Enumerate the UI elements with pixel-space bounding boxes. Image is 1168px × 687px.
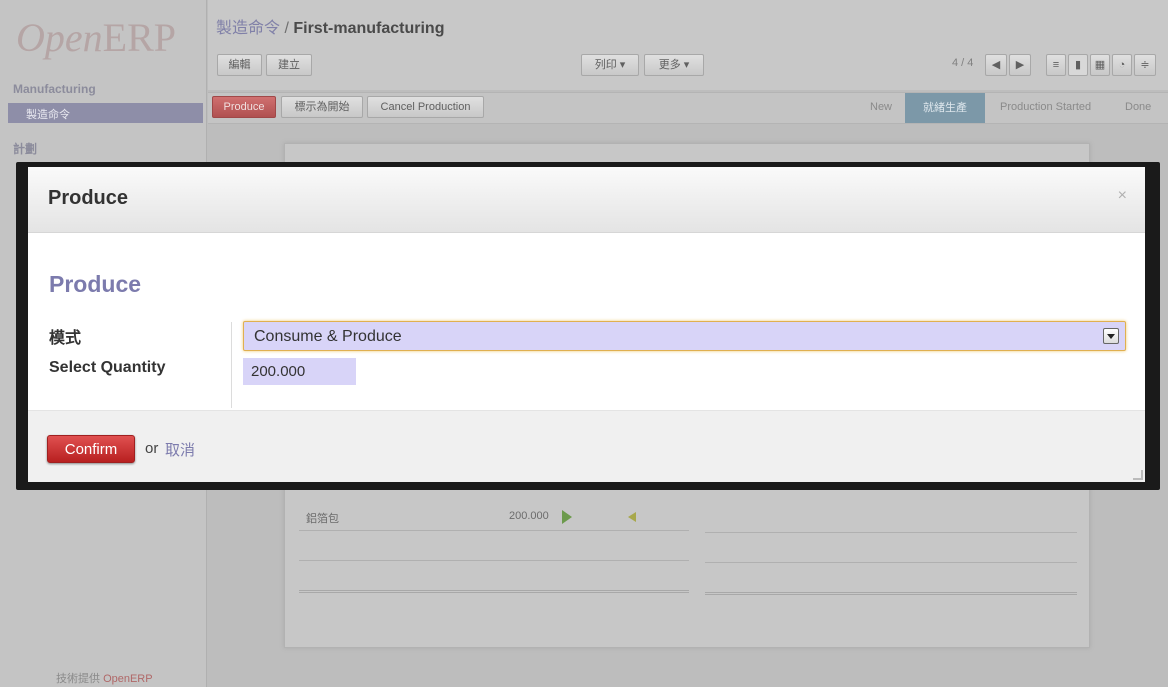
table-footer-divider (299, 590, 689, 593)
product-line-quantity: 200.000 (509, 510, 549, 522)
sidebar-section-planning: 計劃 (13, 142, 38, 156)
mode-select[interactable]: Consume & Produce (243, 321, 1126, 351)
create-button[interactable]: 建立 (266, 54, 312, 76)
row-divider (299, 560, 689, 561)
print-dropdown[interactable]: 列印 ▾ (581, 54, 639, 76)
gantt-view-icon[interactable]: ≑ (1134, 54, 1156, 76)
dialog-body: Produce 模式 Select Quantity Consume & Pro… (28, 234, 1145, 410)
list-view-icon[interactable]: ≡ (1046, 54, 1066, 76)
stage-done: Done (1125, 101, 1152, 113)
calendar-view-icon[interactable]: ▦ (1090, 54, 1110, 76)
sidebar-section-manufacturing: Manufacturing (13, 82, 96, 96)
breadcrumb-current: First-manufacturing (293, 20, 445, 37)
pager-counter: 4 / 4 (952, 57, 974, 69)
cancel-production-button[interactable]: Cancel Production (367, 96, 484, 118)
next-record-icon[interactable]: ▶ (1009, 54, 1031, 76)
label-divider (231, 322, 232, 408)
stage-new: New (870, 101, 893, 113)
powered-prefix: 技術提供 (56, 673, 100, 685)
produce-arrow-icon[interactable] (562, 510, 572, 524)
table-footer-divider (705, 592, 1077, 595)
logo-erp-text: ERP (102, 15, 176, 60)
chevron-down-icon[interactable] (1103, 328, 1119, 344)
dialog-title: Produce (48, 187, 129, 209)
powered-by: 技術提供 OpenERP (56, 670, 153, 686)
form-view-icon[interactable]: ▮ (1068, 54, 1088, 76)
cancel-link[interactable]: 取消 (165, 439, 195, 460)
produce-dialog: Produce × Produce 模式 Select Quantity Con… (28, 167, 1145, 482)
mode-label: 模式 (49, 330, 82, 347)
logo-open-text: Open (16, 15, 103, 60)
product-line-name: 鋁箔包 (306, 513, 339, 525)
sidebar-item-manufacturing-orders[interactable]: 製造命令 (8, 103, 203, 123)
mark-as-started-button[interactable]: 標示為開始 (281, 96, 363, 118)
stage-ready-to-produce: 就緒生產 (905, 93, 985, 123)
stage-production-started: Production Started (1000, 101, 1092, 113)
form-heading: Produce (49, 271, 142, 297)
confirm-button[interactable]: Confirm (47, 435, 135, 463)
mode-select-value: Consume & Produce (254, 328, 402, 345)
row-divider (299, 530, 689, 531)
graph-view-icon[interactable]: ◔ (1112, 54, 1132, 76)
breadcrumb-parent-link[interactable]: 製造命令 (216, 20, 280, 37)
more-dropdown[interactable]: 更多 ▾ (644, 54, 704, 76)
breadcrumb: 製造命令 / First-manufacturing (216, 14, 444, 38)
close-icon[interactable]: × (1118, 187, 1127, 205)
previous-record-icon[interactable]: ◀ (985, 54, 1007, 76)
scrap-arrow-icon[interactable] (628, 512, 636, 522)
openerp-logo[interactable]: OpenERP (16, 14, 176, 61)
or-text: or (145, 440, 159, 457)
dialog-footer: Confirm or 取消 (28, 410, 1145, 482)
quantity-input[interactable] (243, 358, 356, 385)
row-divider (705, 562, 1077, 563)
breadcrumb-separator: / (280, 20, 294, 37)
row-divider (705, 532, 1077, 533)
resize-grip-icon[interactable] (1133, 470, 1143, 480)
dialog-header: Produce × (28, 167, 1145, 233)
powered-brand-link[interactable]: OpenERP (103, 673, 153, 685)
produce-button[interactable]: Produce (212, 96, 276, 118)
edit-button[interactable]: 編輯 (217, 54, 262, 76)
quantity-label: Select Quantity (49, 359, 166, 376)
